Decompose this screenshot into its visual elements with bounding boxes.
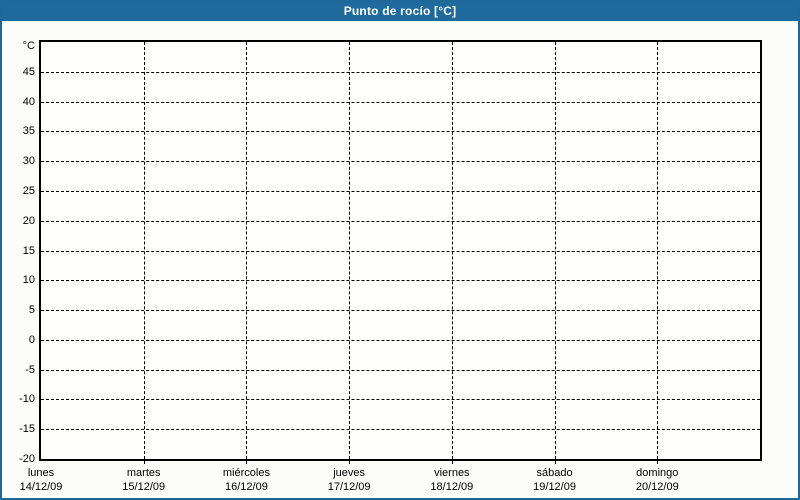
h-gridline [41, 369, 760, 371]
day-name: miércoles [222, 467, 270, 479]
day-date: 20/12/09 [635, 481, 679, 493]
x-day-label: viernes 18/12/09 [430, 463, 473, 494]
day-name: martes [126, 467, 161, 479]
day-date: 18/12/09 [430, 481, 474, 493]
x-day-label: miércoles 16/12/09 [223, 463, 270, 494]
h-gridline [41, 310, 760, 312]
y-tick-label: 45 [22, 65, 35, 78]
y-tick-label: 5 [28, 304, 35, 317]
x-day-label: lunes 14/12/09 [20, 463, 63, 494]
day-date: 16/12/09 [225, 481, 268, 493]
day-name: lunes [27, 467, 55, 479]
h-gridline [41, 161, 760, 163]
h-gridline [41, 429, 760, 431]
y-tick-label: 35 [22, 125, 35, 138]
x-axis-tick [246, 461, 248, 464]
h-gridline [41, 280, 760, 282]
day-name: jueves [333, 467, 366, 479]
day-date: 19/12/09 [533, 481, 576, 493]
h-gridline [41, 220, 760, 222]
v-gridline [349, 42, 351, 459]
y-tick-label: 0 [28, 333, 35, 346]
y-tick-label: 25 [22, 184, 35, 197]
day-date: 15/12/09 [122, 481, 166, 493]
day-name: domingo [636, 467, 679, 479]
x-axis-tick [554, 461, 556, 464]
h-gridline [41, 399, 760, 401]
x-axis-tick [657, 461, 659, 464]
x-day-label: martes 15/12/09 [122, 463, 165, 494]
y-axis-labels: °C 45 40 35 30 25 20 15 10 5 0 -5 -10 -15 -20 [2, 40, 37, 465]
v-gridline [143, 42, 145, 459]
plot-area [39, 40, 762, 461]
h-gridline [41, 131, 760, 133]
day-name: sábado [536, 467, 573, 479]
y-tick-label: 40 [22, 95, 35, 108]
y-tick-label: -10 [19, 393, 35, 406]
x-day-label: sábado 19/12/09 [533, 463, 576, 494]
day-date: 17/12/09 [327, 481, 371, 493]
y-axis-unit-label: °C [22, 40, 35, 52]
y-tick-label: -5 [25, 363, 35, 376]
h-gridline [41, 71, 760, 73]
x-day-label: domingo 20/12/09 [636, 463, 679, 494]
h-gridline [41, 250, 760, 252]
y-tick-label: 10 [22, 274, 35, 287]
y-tick-label: 15 [22, 244, 35, 257]
y-tick-label: 20 [22, 214, 35, 227]
day-name: viernes [434, 467, 470, 479]
x-axis-tick [349, 461, 351, 464]
h-gridline [41, 339, 760, 341]
x-axis-labels: lunes 14/12/09 martes 15/12/09 miércoles 16/1… [20, 463, 762, 497]
v-gridline [554, 42, 556, 459]
v-gridline [451, 42, 453, 459]
chart-window: Punto de rocío [°C] °C 45 40 35 30 25 20 15 10 5 0… [0, 0, 800, 500]
h-gridline [41, 190, 760, 192]
x-axis-tick [143, 461, 145, 464]
h-gridline [41, 101, 760, 103]
y-tick-label: 30 [22, 155, 35, 168]
y-tick-label: -15 [19, 423, 35, 436]
v-gridline [246, 42, 248, 459]
x-axis-tick [451, 461, 453, 464]
x-day-label: jueves 17/12/09 [328, 463, 371, 494]
v-gridline [657, 42, 659, 459]
chart-title: Punto de rocío [°C] [2, 2, 798, 21]
day-date: 14/12/09 [19, 481, 63, 493]
